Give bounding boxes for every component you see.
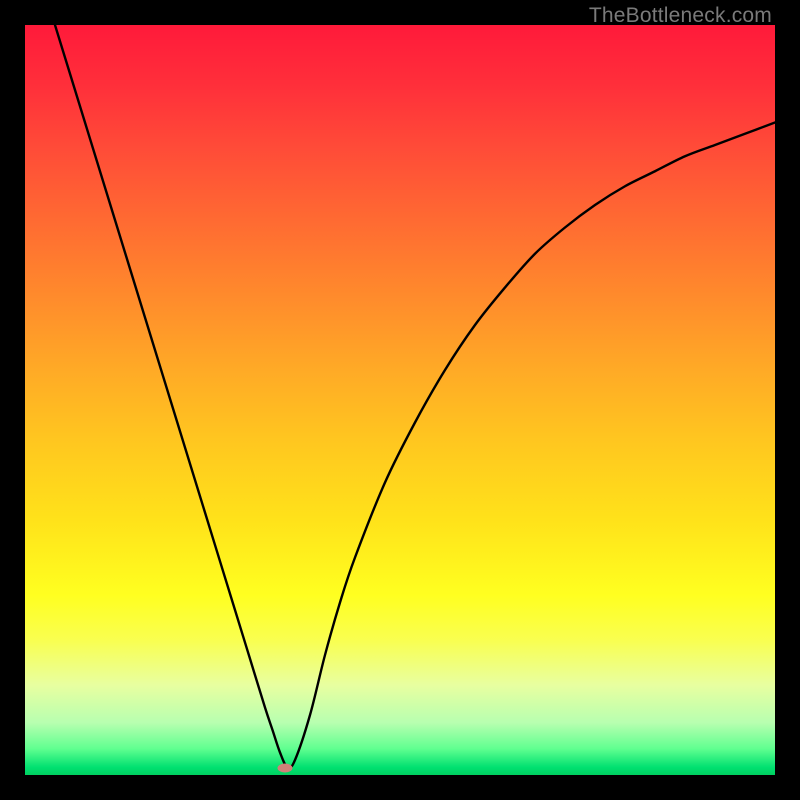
- plot-area: [25, 25, 775, 775]
- bottleneck-curve: [25, 25, 775, 775]
- chart-frame: TheBottleneck.com: [0, 0, 800, 800]
- optimal-marker: [278, 764, 293, 773]
- watermark-text: TheBottleneck.com: [589, 4, 772, 28]
